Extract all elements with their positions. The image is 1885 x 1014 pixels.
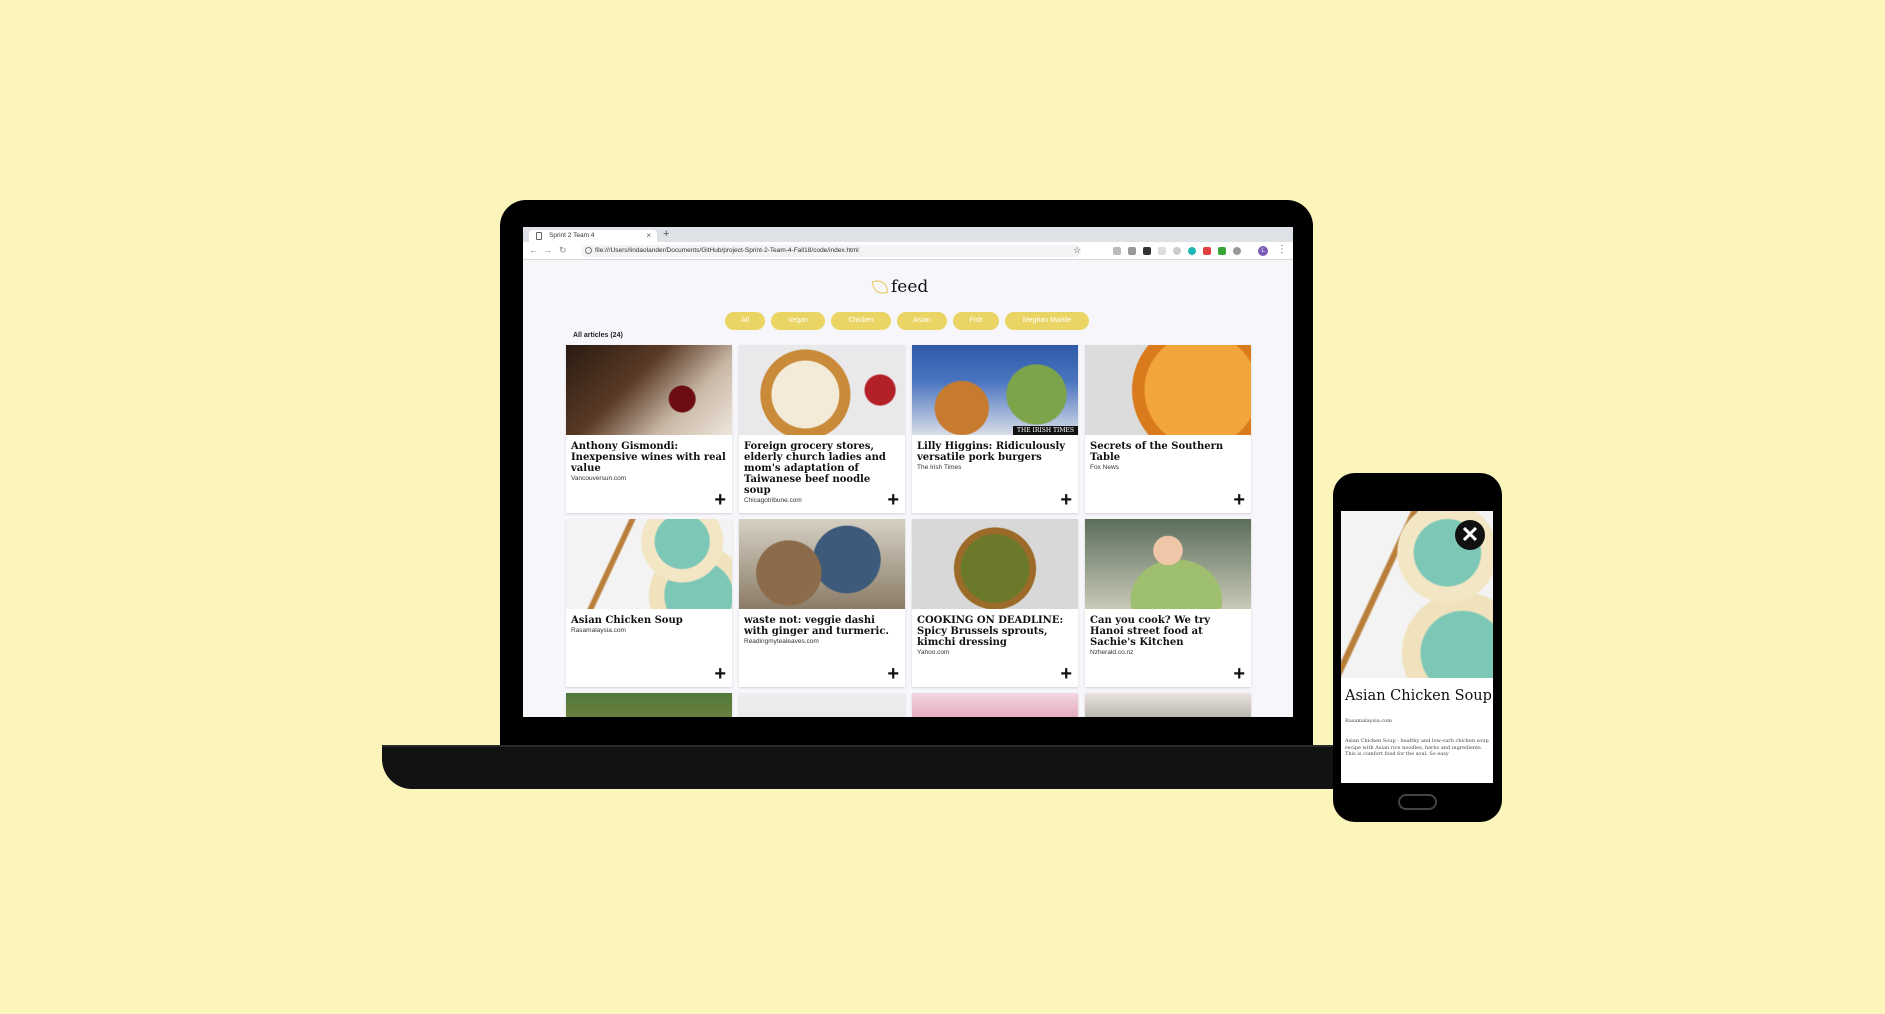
article-title: COOKING ON DEADLINE: Spicy Brussels spro…: [917, 615, 1064, 648]
article-title: Secrets of the Southern Table: [1090, 441, 1224, 463]
filter-chip-vegan[interactable]: Vegan: [771, 312, 825, 330]
filter-chip-chicken[interactable]: Chicken: [831, 312, 891, 330]
article-card[interactable]: Can you cook? We try Hanoi street food a…: [1085, 519, 1251, 687]
add-icon[interactable]: +: [714, 490, 726, 510]
articles-count: All articles (24): [573, 332, 623, 339]
laptop-base: [382, 747, 1424, 789]
image-caption: THE IRISH TIMES: [1012, 426, 1078, 435]
article-card[interactable]: Asian Chicken Soup Rasamalaysia.com +: [566, 519, 732, 687]
add-icon[interactable]: +: [887, 664, 899, 684]
menu-icon[interactable]: ⋮: [1277, 244, 1287, 255]
phone-screen: ✕ Asian Chicken Soup Rasamalaysia.com As…: [1341, 511, 1493, 783]
article-source: Yahoo.com: [917, 649, 950, 656]
article-title: Lilly Higgins: Ridiculously versatile po…: [917, 441, 1066, 463]
article-image: [566, 693, 732, 717]
filter-chip-meghan-markle[interactable]: Meghan Markle: [1005, 312, 1089, 330]
tab-close-icon[interactable]: ×: [646, 231, 651, 240]
add-icon[interactable]: +: [1233, 490, 1245, 510]
article-source: Rasamalaysia.com: [571, 627, 626, 634]
article-detail-source: Rasamalaysia.com: [1345, 718, 1392, 724]
article-image: [566, 345, 732, 435]
article-title: Asian Chicken Soup: [571, 615, 683, 626]
site-logo[interactable]: feed: [871, 277, 929, 297]
profile-avatar[interactable]: L: [1258, 246, 1268, 256]
filter-chip-fish[interactable]: Fish: [953, 312, 999, 330]
article-source: Readingmytealeaves.com: [744, 638, 819, 645]
close-icon[interactable]: ✕: [1455, 520, 1485, 550]
article-card[interactable]: Secrets of the Southern Table Fox News +: [1085, 345, 1251, 513]
extension-icon[interactable]: [1158, 247, 1166, 255]
forward-icon[interactable]: →: [543, 245, 552, 255]
add-icon[interactable]: +: [1233, 664, 1245, 684]
logo-text: feed: [891, 277, 929, 297]
article-card[interactable]: COOKING ON DEADLINE: Spicy Brussels spro…: [912, 519, 1078, 687]
extension-icon[interactable]: [1173, 247, 1181, 255]
filter-chip-all[interactable]: All: [725, 312, 765, 330]
article-title: waste not: veggie dashi with ginger and …: [744, 615, 889, 637]
article-source: Chicagotribune.com: [744, 497, 802, 504]
extension-icon[interactable]: [1128, 247, 1136, 255]
phone-home-button[interactable]: [1398, 794, 1437, 810]
article-card[interactable]: [566, 693, 732, 717]
filter-chips: All Vegan Chicken Asian Fish Meghan Mark…: [725, 312, 1089, 330]
article-detail-description: Asian Chicken Soup - healthy and low-car…: [1345, 738, 1489, 757]
new-tab-button[interactable]: +: [663, 228, 669, 240]
browser-tab-bar: Sprint 2 Team 4 × +: [523, 227, 1293, 242]
article-title: Foreign grocery stores, elderly church l…: [744, 441, 886, 496]
add-icon[interactable]: +: [887, 490, 899, 510]
article-source: Nzherald.co.nz: [1090, 649, 1134, 656]
article-image: [1085, 693, 1251, 717]
browser-toolbar: ← → ↻ file:///Users/lindaolander/Documen…: [523, 242, 1293, 260]
article-image: [912, 519, 1078, 609]
extension-icon[interactable]: [1143, 247, 1151, 255]
article-card[interactable]: [1085, 693, 1251, 717]
add-icon[interactable]: +: [714, 664, 726, 684]
article-grid: Anthony Gismondi: Inexpensive wines with…: [566, 345, 1251, 717]
bookmark-star-icon[interactable]: ☆: [1073, 245, 1081, 256]
extension-icon[interactable]: [1233, 247, 1241, 255]
leaf-icon: [871, 278, 889, 296]
article-card[interactable]: Foreign grocery stores, elderly church l…: [739, 345, 905, 513]
article-card[interactable]: [739, 693, 905, 717]
article-source: Fox News: [1090, 464, 1119, 471]
extension-icon[interactable]: [1218, 247, 1226, 255]
article-title: Can you cook? We try Hanoi street food a…: [1090, 615, 1211, 648]
article-image: [1085, 519, 1251, 609]
add-icon[interactable]: +: [1060, 664, 1072, 684]
article-image: [739, 693, 905, 717]
article-image: [1085, 345, 1251, 435]
article-image: [566, 519, 732, 609]
article-title: Anthony Gismondi: Inexpensive wines with…: [571, 441, 726, 474]
address-bar[interactable]: file:///Users/lindaolander/Documents/Git…: [581, 245, 1081, 257]
article-source: The Irish Times: [917, 464, 962, 471]
browser-tab[interactable]: Sprint 2 Team 4 ×: [529, 230, 657, 242]
tab-title: Sprint 2 Team 4: [549, 232, 595, 239]
reload-icon[interactable]: ↻: [559, 245, 567, 256]
article-card[interactable]: [912, 693, 1078, 717]
article-detail-title: Asian Chicken Soup: [1345, 688, 1492, 704]
article-card[interactable]: THE IRISH TIMES Lilly Higgins: Ridiculou…: [912, 345, 1078, 513]
article-card[interactable]: waste not: veggie dashi with ginger and …: [739, 519, 905, 687]
article-image: THE IRISH TIMES: [912, 345, 1078, 435]
article-image: [739, 519, 905, 609]
back-icon[interactable]: ←: [529, 245, 538, 255]
extension-icon[interactable]: [1188, 247, 1196, 255]
info-icon: [585, 247, 592, 254]
article-image: [912, 693, 1078, 717]
article-source: Vancouversun.com: [571, 475, 627, 482]
laptop-screen: Sprint 2 Team 4 × + ← → ↻ file:///Users/…: [523, 227, 1293, 717]
add-icon[interactable]: +: [1060, 490, 1072, 510]
filter-chip-asian[interactable]: Asian: [897, 312, 947, 330]
address-url: file:///Users/lindaolander/Documents/Git…: [595, 247, 859, 254]
document-icon: [536, 232, 542, 240]
extension-icon[interactable]: [1113, 247, 1121, 255]
extension-icon[interactable]: [1203, 247, 1211, 255]
article-card[interactable]: Anthony Gismondi: Inexpensive wines with…: [566, 345, 732, 513]
article-image: [739, 345, 905, 435]
article-detail-image: ✕: [1341, 511, 1493, 678]
